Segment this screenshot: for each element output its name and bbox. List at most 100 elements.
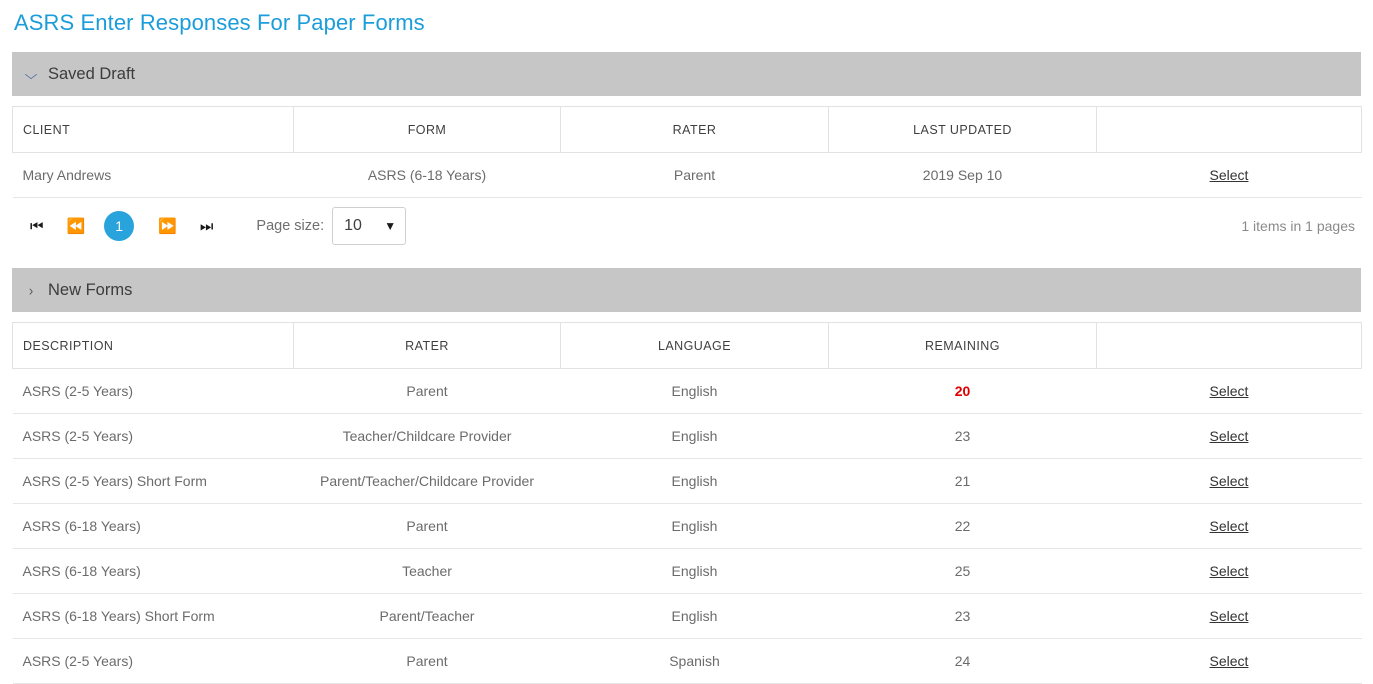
cell-language-text: English	[671, 608, 718, 624]
cell-rater: Parent/Teacher	[293, 593, 561, 639]
pager-item-count: 1 items in 1 pages	[1241, 218, 1355, 234]
table-row: ASRS (2-5 Years) Teacher/Childcare Provid…	[12, 413, 1362, 459]
column-header-form: FORM	[293, 106, 561, 153]
page-title: ASRS Enter Responses For Paper Forms	[14, 10, 425, 35]
cell-action: Select	[1096, 638, 1362, 684]
select-link[interactable]: Select	[1210, 167, 1249, 183]
cell-remaining: 23	[828, 413, 1097, 459]
cell-remaining-text: 23	[954, 428, 971, 444]
cell-rater: Parent	[293, 368, 561, 414]
section-label-new-forms: New Forms	[48, 280, 133, 299]
chevron-down-icon: ▼	[384, 219, 397, 233]
cell-language: English	[560, 503, 829, 549]
cell-action: Select	[1096, 548, 1362, 594]
cell-language: English	[560, 458, 829, 504]
cell-rater: Parent	[293, 638, 561, 684]
new-forms-table-head: DESCRIPTION RATER LANGUAGE REMAINING	[12, 322, 1362, 369]
select-link[interactable]: Select	[1210, 563, 1249, 579]
cell-action: Select	[1096, 593, 1362, 639]
cell-rater: Parent/Teacher/Childcare Provider	[293, 458, 561, 504]
saved-draft-table-body: Mary Andrews ASRS (6-18 Years) Parent 20…	[12, 152, 1362, 198]
saved-draft-table-head: CLIENT FORM RATER LAST UPDATED	[12, 106, 1362, 153]
column-header-description: DESCRIPTION	[12, 322, 294, 369]
cell-language-text: English	[671, 518, 718, 534]
cell-remaining-text: 22	[954, 518, 971, 534]
cell-remaining: 23	[828, 593, 1097, 639]
cell-description: ASRS (2-5 Years)	[12, 368, 294, 414]
table-row: ASRS (2-5 Years) Parent Spanish 24 Select	[12, 638, 1362, 684]
cell-remaining-text: 25	[954, 563, 971, 579]
cell-rater: Parent	[560, 152, 829, 198]
column-header-rater: RATER	[293, 322, 561, 369]
cell-rater-text: Parent/Teacher	[379, 608, 475, 624]
cell-description: ASRS (2-5 Years)	[12, 638, 294, 684]
cell-description-text: ASRS (2-5 Years) Short Form	[22, 473, 207, 489]
column-header-action	[1096, 106, 1362, 153]
table-row: ASRS (6-18 Years) Short Form Parent/Teach…	[12, 593, 1362, 639]
column-header-remaining: REMAINING	[828, 322, 1097, 369]
pager-first-button[interactable]: ⏮	[30, 219, 43, 234]
cell-language-text: English	[671, 473, 718, 489]
cell-action: Select	[1096, 152, 1362, 198]
cell-language: English	[560, 593, 829, 639]
table-header-row: CLIENT FORM RATER LAST UPDATED	[12, 106, 1362, 153]
cell-last-updated: 2019 Sep 10	[828, 152, 1097, 198]
cell-description-text: ASRS (6-18 Years)	[22, 518, 141, 534]
cell-description: ASRS (2-5 Years)	[12, 413, 294, 459]
table-row: ASRS (6-18 Years) Parent English 22 Select	[12, 503, 1362, 549]
select-link[interactable]: Select	[1210, 428, 1249, 444]
chevron-right-icon: ›	[28, 281, 34, 299]
table-row: ASRS (6-18 Years) Teacher English 25 Select	[12, 548, 1362, 594]
cell-remaining-text: 21	[954, 473, 971, 489]
cell-action: Select	[1096, 458, 1362, 504]
cell-rater: Teacher	[293, 548, 561, 594]
chevron-down-icon: ⌵	[24, 66, 38, 82]
section-header-saved-draft[interactable]: ⌵ Saved Draft	[12, 52, 1361, 96]
cell-description: ASRS (6-18 Years)	[12, 548, 294, 594]
select-link[interactable]: Select	[1210, 518, 1249, 534]
column-header-rater: RATER	[560, 106, 829, 153]
cell-remaining-text: 20	[954, 383, 971, 399]
section-header-new-forms[interactable]: › New Forms	[12, 268, 1361, 312]
cell-rater-text: Teacher	[402, 563, 452, 579]
cell-action: Select	[1096, 368, 1362, 414]
cell-form: ASRS (6-18 Years)	[293, 152, 561, 198]
cell-client: Mary Andrews	[12, 152, 294, 198]
cell-action: Select	[1096, 503, 1362, 549]
pager-next-button[interactable]: ⏩	[158, 219, 177, 234]
cell-description-text: ASRS (2-5 Years)	[22, 383, 134, 399]
cell-remaining: 25	[828, 548, 1097, 594]
saved-draft-table: CLIENT FORM RATER LAST UPDATED Mary Andr…	[12, 106, 1362, 198]
cell-language: English	[560, 548, 829, 594]
table-row: Mary Andrews ASRS (6-18 Years) Parent 20…	[12, 152, 1362, 198]
pager-prev-button[interactable]: ⏪	[67, 219, 86, 234]
select-link[interactable]: Select	[1210, 383, 1249, 399]
select-link[interactable]: Select	[1210, 473, 1249, 489]
cell-remaining-text: 23	[954, 608, 971, 624]
page-size-label: Page size:	[256, 218, 325, 234]
cell-description-text: ASRS (2-5 Years)	[22, 428, 134, 444]
cell-language: English	[560, 413, 829, 459]
select-link[interactable]: Select	[1210, 608, 1249, 624]
cell-remaining: 20	[828, 368, 1097, 414]
table-row: ASRS (2-5 Years) Short Form Parent/Teache…	[12, 458, 1362, 504]
page-size-select[interactable]: 10 ▼	[332, 207, 407, 245]
cell-rater-text: Parent	[406, 383, 448, 399]
cell-rater-text: Teacher/Childcare Provider	[342, 428, 512, 444]
table-header-row: DESCRIPTION RATER LANGUAGE REMAINING	[12, 322, 1362, 369]
column-header-client: CLIENT	[12, 106, 294, 153]
cell-language: English	[560, 368, 829, 414]
column-header-last-updated: LAST UPDATED	[828, 106, 1097, 153]
saved-draft-pager: ⏮ ⏪ 1 ⏩ ⏭ Page size: 10 ▼ 1 items in 1 p…	[12, 198, 1361, 254]
cell-language-text: English	[671, 428, 718, 444]
column-header-action	[1096, 322, 1362, 369]
cell-action: Select	[1096, 413, 1362, 459]
cell-remaining: 24	[828, 638, 1097, 684]
pager-page-1-button[interactable]: 1	[104, 211, 135, 241]
cell-description-text: ASRS (6-18 Years)	[22, 563, 141, 579]
cell-remaining: 22	[828, 503, 1097, 549]
table-row: ASRS (2-5 Years) Parent English 20 Select	[12, 368, 1362, 414]
cell-rater: Teacher/Childcare Provider	[293, 413, 561, 459]
new-forms-table: DESCRIPTION RATER LANGUAGE REMAINING ASR…	[12, 322, 1362, 684]
pager-last-button[interactable]: ⏭	[200, 219, 213, 234]
